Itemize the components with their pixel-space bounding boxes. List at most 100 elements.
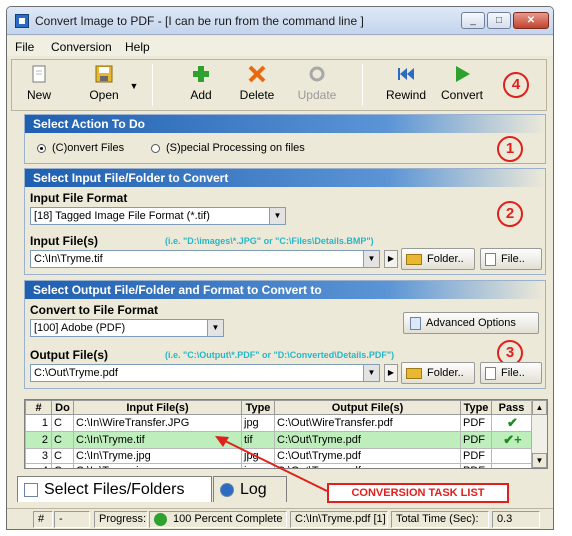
convert-button[interactable]: Convert xyxy=(438,64,486,108)
chevron-down-icon: ▼ xyxy=(129,81,139,91)
app-icon xyxy=(15,14,29,28)
table-cell-do: C xyxy=(51,463,74,468)
chevron-down-icon: ▼ xyxy=(269,208,285,224)
convert-files-label: (C)onvert Files xyxy=(52,142,125,154)
play-arrow-icon: ▶ xyxy=(387,368,395,377)
column-header[interactable]: # xyxy=(25,400,52,415)
main-window: Convert Image to PDF - [I can be run fro… xyxy=(6,6,554,530)
folder-icon xyxy=(406,253,422,265)
maximize-button[interactable]: □ xyxy=(487,12,511,29)
table-cell-pass xyxy=(491,463,532,468)
table-cell-do: C xyxy=(51,431,74,449)
column-header[interactable]: Type xyxy=(241,400,275,415)
input-format-value: [18] Tagged Image File Format (*.tif) xyxy=(34,210,210,222)
table-cell-otype: PDF xyxy=(460,448,492,464)
new-label: New xyxy=(26,88,51,102)
table-cell-do: C xyxy=(51,448,74,464)
status-dash: - xyxy=(54,511,90,528)
plus-icon xyxy=(191,64,211,84)
save-disk-icon xyxy=(94,64,114,84)
output-files-value: C:\Out\Tryme.pdf xyxy=(34,367,118,379)
play-icon xyxy=(452,64,472,84)
special-processing-radio[interactable]: (S)pecial Processing on files xyxy=(151,142,305,154)
action-header: Select Action To Do xyxy=(25,115,545,133)
input-file-label: File.. xyxy=(501,253,525,265)
output-format-value: [100] Adobe (PDF) xyxy=(34,322,126,334)
table-cell-pass: ✔ xyxy=(491,414,532,432)
table-cell-n: 1 xyxy=(25,414,52,432)
current-file-status: C:\In\Tryme.pdf [1] xyxy=(290,511,388,528)
scroll-up-icon[interactable]: ▲ xyxy=(532,400,547,415)
column-header[interactable]: Input File(s) xyxy=(73,400,242,415)
table-cell-otype: PDF xyxy=(460,463,492,468)
progress-text: 100 Percent Complete xyxy=(173,513,283,525)
progress-label: Progress: xyxy=(94,511,148,528)
output-format-select[interactable]: [100] Adobe (PDF) ▼ xyxy=(30,319,224,337)
menu-conversion[interactable]: Conversion xyxy=(51,40,112,54)
tab-files-label: Select Files/Folders xyxy=(44,481,185,498)
close-button[interactable]: ✕ xyxy=(513,12,549,29)
output-folder-button[interactable]: Folder.. xyxy=(401,362,475,384)
convert-label: Convert xyxy=(440,88,484,102)
column-header[interactable]: Pass xyxy=(491,400,532,415)
toolbar: New Open ▼ Add Delete Update Rewind Conv… xyxy=(11,59,547,111)
input-header: Select Input File/Folder to Convert xyxy=(25,169,545,187)
rewind-label: Rewind xyxy=(385,88,427,102)
input-files-label: Input File(s) xyxy=(30,234,98,248)
add-button[interactable]: Add xyxy=(184,64,218,108)
output-folder-label: Folder.. xyxy=(427,367,464,379)
window-title: Convert Image to PDF - [I can be run fro… xyxy=(35,14,364,28)
radio-selected xyxy=(37,143,46,153)
output-file-button[interactable]: File.. xyxy=(480,362,542,384)
rewind-button[interactable]: Rewind xyxy=(384,64,428,108)
chevron-down-icon: ▼ xyxy=(207,320,223,336)
advanced-options-label: Advanced Options xyxy=(426,317,516,329)
input-file-button[interactable]: File.. xyxy=(480,248,542,270)
open-button[interactable]: Open xyxy=(82,64,126,108)
special-processing-label: (S)pecial Processing on files xyxy=(166,142,305,154)
refresh-icon xyxy=(307,64,327,84)
table-cell-do: C xyxy=(51,414,74,432)
status-bar: # - Progress: 100 Percent Complete C:\In… xyxy=(7,508,553,529)
time-label: Total Time (Sec): xyxy=(391,511,489,528)
column-header[interactable]: Output File(s) xyxy=(274,400,461,415)
scroll-down-icon[interactable]: ▼ xyxy=(532,453,547,468)
column-header[interactable]: Do xyxy=(51,400,74,415)
files-icon xyxy=(24,482,38,497)
input-panel: Select Input File/Folder to Convert Inpu… xyxy=(24,168,546,275)
menu-help[interactable]: Help xyxy=(125,40,150,54)
input-files-value: C:\In\Tryme.tif xyxy=(34,253,103,265)
time-value: 0.3 xyxy=(492,511,540,528)
radio-unselected xyxy=(151,143,160,153)
output-files-field[interactable]: C:\Out\Tryme.pdf ▼ xyxy=(30,364,380,382)
table-cell-pass: ✔+ xyxy=(491,431,532,449)
minimize-button[interactable]: _ xyxy=(461,12,485,29)
update-button[interactable]: Update xyxy=(294,64,340,108)
input-folder-button[interactable]: Folder.. xyxy=(401,248,475,270)
output-hint: (i.e. "C:\Output\*.PDF" or "D:\Converted… xyxy=(165,350,395,360)
column-header[interactable]: Type xyxy=(460,400,492,415)
table-cell-pass xyxy=(491,448,532,464)
delete-label: Delete xyxy=(239,88,275,102)
file-icon xyxy=(485,366,496,380)
add-label: Add xyxy=(190,88,212,102)
output-go-button[interactable]: ▶ xyxy=(384,364,398,382)
input-files-field[interactable]: C:\In\Tryme.tif ▼ xyxy=(30,250,380,268)
tab-select-files-folders[interactable]: Select Files/Folders xyxy=(17,476,212,502)
menu-file[interactable]: File xyxy=(15,40,34,54)
folder-icon xyxy=(406,367,422,379)
input-format-select[interactable]: [18] Tagged Image File Format (*.tif) ▼ xyxy=(30,207,286,225)
output-file-label: File.. xyxy=(501,367,525,379)
advanced-options-button[interactable]: Advanced Options xyxy=(403,312,539,334)
action-panel: Select Action To Do (C)onvert Files (S)p… xyxy=(24,114,546,164)
input-format-label: Input File Format xyxy=(30,191,128,205)
input-go-button[interactable]: ▶ xyxy=(384,250,398,268)
output-header: Select Output File/Folder and Format to … xyxy=(25,281,545,299)
file-icon xyxy=(485,252,496,266)
table-cell-n: 4 xyxy=(25,463,52,468)
vertical-scrollbar[interactable]: ▲ ▼ xyxy=(531,400,547,468)
delete-x-icon xyxy=(247,64,267,84)
convert-files-radio[interactable]: (C)onvert Files xyxy=(37,142,124,154)
delete-button[interactable]: Delete xyxy=(236,64,278,108)
new-button[interactable]: New xyxy=(22,64,56,108)
